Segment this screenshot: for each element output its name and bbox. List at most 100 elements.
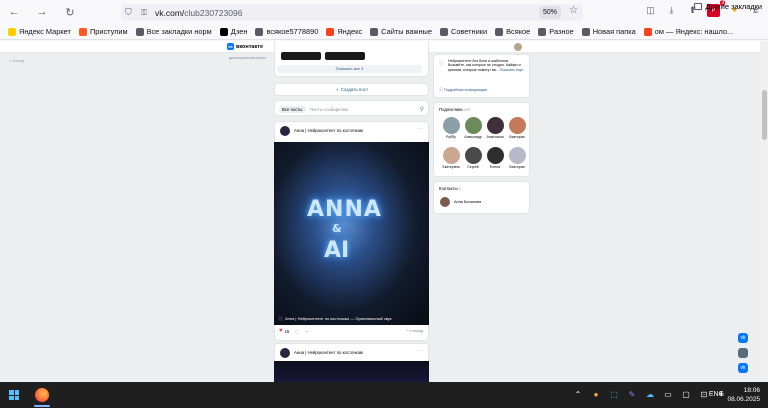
- app-tray-icon[interactable]: ●: [590, 388, 602, 400]
- post-header: Анна | Нейроконтент по косточкам ···: [274, 343, 429, 363]
- zoom-level[interactable]: 50%: [538, 6, 561, 19]
- other-bookmarks[interactable]: Другие закладки: [694, 2, 762, 11]
- pen-icon[interactable]: ✎: [626, 388, 638, 400]
- subscriber-name: Виктория: [509, 135, 525, 139]
- avatar[interactable]: [514, 43, 522, 51]
- bookmark-label: Сайты важные: [381, 27, 432, 36]
- product-thumb-1[interactable]: [281, 52, 321, 60]
- bookmark-icon: [78, 27, 87, 36]
- tab-all-posts[interactable]: Все посты: [279, 106, 306, 113]
- snip-icon[interactable]: ⬚: [608, 388, 620, 400]
- pocket-icon[interactable]: ◫: [644, 4, 657, 17]
- subscriber-item[interactable]: Елена: [485, 147, 505, 169]
- subscriber-item[interactable]: Сергей: [463, 147, 483, 169]
- subscriber-avatar: [486, 117, 504, 134]
- clock[interactable]: 18:06 08.06.2025: [727, 386, 760, 404]
- post-author-name[interactable]: Анна | Нейроконтент по косточкам: [294, 350, 363, 355]
- bookmark-item[interactable]: Советники: [439, 27, 487, 36]
- show-all-button[interactable]: Показать все 3: [277, 65, 422, 73]
- subscriber-item[interactable]: Руббу: [441, 117, 461, 139]
- bookmark-label: Новая папка: [592, 27, 636, 36]
- subscriber-item[interactable]: Виктория: [507, 147, 527, 169]
- windows-start-icon[interactable]: [9, 390, 19, 400]
- vk-logo-icon: vk: [227, 43, 234, 50]
- post-author-avatar[interactable]: [280, 348, 290, 358]
- vk-logo[interactable]: vk вконтакте: [227, 43, 263, 50]
- more-icon[interactable]: ···: [417, 348, 423, 354]
- comment-icon[interactable]: ▢: [295, 329, 299, 334]
- post-author-name[interactable]: Анна | Нейроконтент по косточкам: [294, 128, 363, 133]
- subscriber-item[interactable]: Александр: [463, 117, 483, 139]
- bookmark-label: Приступим: [89, 27, 128, 36]
- bookmark-label: Всякое: [506, 27, 531, 36]
- back-icon[interactable]: ←: [6, 4, 22, 20]
- post-header: Анна | Нейроконтент по косточкам ···: [274, 121, 429, 141]
- subscriber-item[interactable]: Анастасия: [485, 117, 505, 139]
- url-text[interactable]: vk.com/club230723096: [155, 8, 242, 18]
- bookmark-item[interactable]: Яндекс: [326, 27, 362, 36]
- contacts-title[interactable]: Контакты 1: [439, 186, 461, 191]
- create-post-button[interactable]: ＋ Создать пост: [274, 83, 429, 96]
- battery-icon[interactable]: ▭: [662, 388, 674, 400]
- bookmark-star-icon[interactable]: ☆: [569, 5, 578, 16]
- bookmark-item[interactable]: Разное: [538, 27, 574, 36]
- reload-icon[interactable]: ↻: [62, 4, 78, 20]
- subscriber-name: Виктория: [509, 165, 525, 169]
- bookmark-item[interactable]: Яндекс Маркет: [8, 27, 71, 36]
- product-thumb-2[interactable]: [325, 52, 365, 60]
- contact-avatar[interactable]: [440, 197, 450, 207]
- bookmark-item[interactable]: Сайты важные: [370, 27, 432, 36]
- subscribers-title[interactable]: Подписчики 137: [439, 107, 471, 112]
- monitor-icon[interactable]: ▢: [680, 388, 692, 400]
- post-video[interactable]: ANNA & AI Анна | Нейроконтент по косточк…: [274, 142, 429, 325]
- like-button[interactable]: ♥ 16 ▢ ↪: [279, 328, 309, 334]
- subscriber-avatar: [464, 117, 482, 134]
- contacts-card: Контакты 1 Анна Баланова: [433, 181, 530, 214]
- caption-avatar: [278, 316, 283, 321]
- system-tray: ⌃ ● ⬚ ✎ ☁ ▭ ▢ ⊡ 🔈︎: [572, 388, 728, 400]
- back-link[interactable]: < Назад: [9, 58, 24, 63]
- cloud-icon[interactable]: ☁: [644, 388, 656, 400]
- subscriber-avatar: [486, 147, 504, 164]
- tab-community-posts[interactable]: Посты сообщества: [307, 106, 351, 113]
- contact-name[interactable]: Анна Баланова: [454, 200, 481, 204]
- scrollbar-thumb[interactable]: [762, 90, 767, 140]
- bookmark-item[interactable]: Новая папка: [581, 27, 636, 36]
- subscriber-avatar: [464, 147, 482, 164]
- url-bar[interactable]: ⛉ ⚿ vk.com/club230723096 50% ☆: [121, 4, 583, 21]
- download-icon[interactable]: ⤓: [665, 4, 678, 17]
- vk-side-icon-1[interactable]: vk: [738, 333, 748, 343]
- post-author-avatar[interactable]: [280, 126, 290, 136]
- details-link[interactable]: ⓘ Подробная информация: [439, 88, 487, 93]
- bookmark-icon: [643, 27, 652, 36]
- more-icon[interactable]: ···: [417, 126, 423, 132]
- lock-icon[interactable]: ⚿: [141, 8, 151, 18]
- bookmark-item[interactable]: Все закладки норм: [135, 27, 212, 36]
- bookmark-item[interactable]: Приступим: [78, 27, 128, 36]
- show-more-link[interactable]: Показать еще: [500, 68, 523, 72]
- bookmark-icon: [326, 27, 335, 36]
- language-indicator[interactable]: ENG: [709, 391, 724, 398]
- clock-date: 08.06.2025: [727, 396, 760, 403]
- subscriber-item[interactable]: Екатерина: [441, 147, 461, 169]
- share-icon[interactable]: ↪: [305, 329, 309, 334]
- post-time: 7 ч назад: [405, 328, 423, 333]
- bookmark-item[interactable]: Дзен: [219, 27, 247, 36]
- bookmark-item[interactable]: всякое5778890: [255, 27, 318, 36]
- subscribers-count: 137: [463, 107, 471, 112]
- page-scrollbar[interactable]: [760, 41, 768, 382]
- bookmark-item[interactable]: Всякое: [495, 27, 530, 36]
- post-video-2[interactable]: [274, 361, 429, 382]
- vk-side-icon-2[interactable]: [738, 348, 748, 358]
- filter-icon[interactable]: ⚲: [420, 106, 424, 113]
- vk-side-icon-3[interactable]: vk: [738, 363, 748, 373]
- bookmark-label: Яндекс: [337, 27, 363, 36]
- bookmark-item[interactable]: ом — Яндекс: нашло...: [643, 27, 733, 36]
- forward-icon[interactable]: →: [34, 4, 50, 20]
- chevron-up-icon[interactable]: ⌃: [572, 388, 584, 400]
- subscriber-name: Елена: [489, 165, 501, 169]
- subscriber-item[interactable]: Виктория: [507, 117, 527, 139]
- shield-icon[interactable]: ⛉: [125, 7, 137, 18]
- video-caption[interactable]: Анна | Нейроконтент по косточкам — Ориги…: [278, 316, 392, 321]
- firefox-icon[interactable]: [35, 388, 49, 402]
